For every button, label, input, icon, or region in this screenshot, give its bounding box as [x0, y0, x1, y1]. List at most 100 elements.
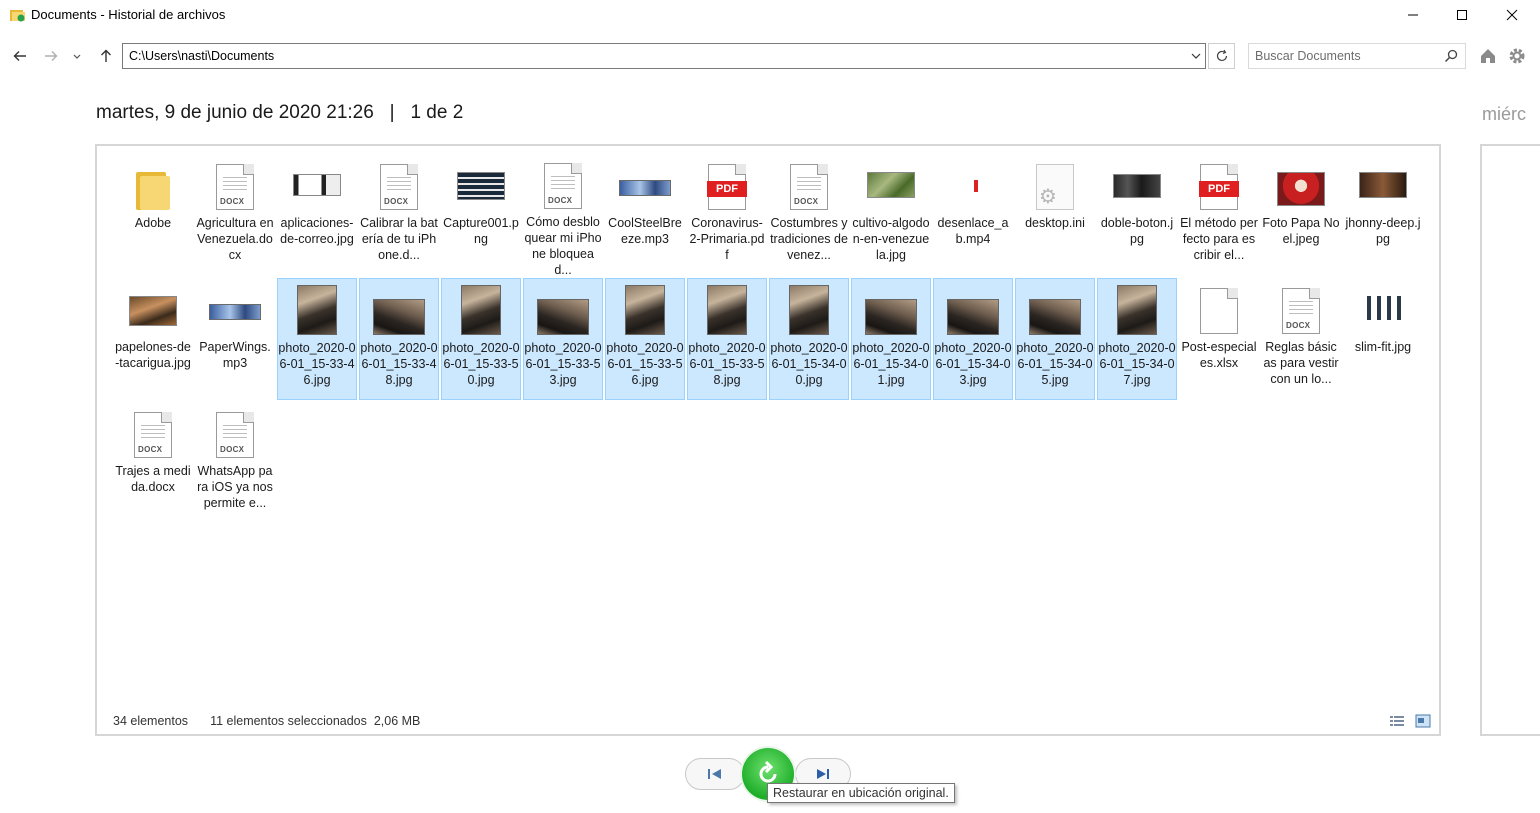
file-item[interactable]: DOCX Agricultura en Venezuela.docx — [195, 154, 275, 276]
file-name: photo_2020-06-01_15-34-05.jpg — [1016, 341, 1094, 387]
docx-icon: DOCX — [207, 158, 263, 210]
file-item[interactable]: photo_2020-06-01_15-34-01.jpg — [851, 278, 931, 400]
refresh-icon — [1216, 49, 1227, 62]
gear-icon[interactable] — [1507, 46, 1527, 66]
file-name: photo_2020-06-01_15-34-01.jpg — [852, 341, 930, 387]
file-item[interactable]: photo_2020-06-01_15-34-00.jpg — [769, 278, 849, 400]
file-item[interactable]: photo_2020-06-01_15-34-03.jpg — [933, 278, 1013, 400]
back-button[interactable] — [9, 45, 31, 67]
address-bar[interactable]: C:\Users\nasti\Documents — [122, 43, 1206, 69]
file-name: photo_2020-06-01_15-34-03.jpg — [934, 341, 1012, 387]
file-item[interactable]: photo_2020-06-01_15-33-53.jpg — [523, 278, 603, 400]
image-icon — [1355, 282, 1411, 334]
forward-button[interactable] — [40, 45, 62, 67]
file-item[interactable]: photo_2020-06-01_15-34-05.jpg — [1015, 278, 1095, 400]
image-icon — [1273, 158, 1329, 210]
arrow-up-icon — [101, 49, 111, 62]
title-bar: Documents - Historial de archivos — [0, 0, 1540, 30]
close-button[interactable] — [1488, 0, 1536, 30]
file-item[interactable]: DOCX Reglas básicas para vestir con un lo… — [1261, 278, 1341, 400]
search-input[interactable]: Buscar Documents — [1248, 43, 1466, 69]
file-name: CoolSteelBreeze.mp3 — [608, 216, 682, 246]
window-title: Documents - Historial de archivos — [31, 7, 226, 22]
docx-icon: DOCX — [371, 158, 427, 210]
file-item[interactable]: DOCX Cómo desbloquear mi iPhone bloquead.… — [523, 154, 603, 276]
file-item[interactable]: papelones-de-tacarigua.jpg — [113, 278, 193, 400]
file-item[interactable]: DOCX Costumbres y tradiciones de venez... — [769, 154, 849, 276]
file-item[interactable]: photo_2020-06-01_15-33-48.jpg — [359, 278, 439, 400]
file-item[interactable]: photo_2020-06-01_15-33-56.jpg — [605, 278, 685, 400]
file-item[interactable]: cultivo-algodon-en-venezuela.jpg — [851, 154, 931, 276]
minimize-button[interactable] — [1389, 0, 1437, 30]
close-icon — [1506, 9, 1518, 21]
page-indicator: 1 de 2 — [410, 102, 464, 123]
up-button[interactable] — [95, 45, 117, 67]
file-item[interactable]: Foto Papa Noel.jpeg — [1261, 154, 1341, 276]
file-item[interactable]: desktop.ini — [1015, 154, 1095, 276]
file-name: Capture001.png — [443, 216, 519, 246]
file-item[interactable]: doble-boton.jpg — [1097, 154, 1177, 276]
previous-version-button[interactable] — [685, 758, 745, 790]
file-item[interactable]: photo_2020-06-01_15-34-07.jpg — [1097, 278, 1177, 400]
search-icon[interactable] — [1444, 49, 1458, 63]
image-icon — [863, 158, 919, 210]
file-list-panel[interactable]: Adobe DOCX Agricultura en Venezuela.docx ap… — [95, 144, 1441, 736]
file-item[interactable]: Capture001.png — [441, 154, 521, 276]
snapshot-date: martes, 9 de junio de 2020 21:26 — [96, 102, 374, 123]
file-item[interactable]: photo_2020-06-01_15-33-58.jpg — [687, 278, 767, 400]
next-snapshot-date[interactable]: miérc — [1482, 104, 1526, 125]
file-item[interactable]: DOCX WhatsApp para iOS ya nos permite e..… — [195, 402, 275, 524]
chevron-down-icon[interactable] — [1189, 49, 1203, 63]
file-item[interactable]: PDF Coronavirus-2-Primaria.pdf — [687, 154, 767, 276]
file-name: Costumbres y tradiciones de venez... — [770, 216, 848, 262]
file-item[interactable]: desenlace_ab.mp4 — [933, 154, 1013, 276]
audio-icon — [207, 282, 263, 334]
next-snapshot-panel[interactable] — [1480, 144, 1540, 736]
folder-icon — [125, 158, 181, 210]
image-icon — [1109, 158, 1165, 210]
image-icon — [535, 283, 591, 335]
image-icon — [453, 283, 509, 335]
file-name: Foto Papa Noel.jpeg — [1262, 216, 1340, 246]
file-item[interactable]: slim-fit.jpg — [1343, 278, 1423, 400]
file-item[interactable]: CoolSteelBreeze.mp3 — [605, 154, 685, 276]
file-name: Trajes a medida.docx — [115, 464, 191, 494]
pdf-icon: PDF — [699, 158, 755, 210]
file-item[interactable]: photo_2020-06-01_15-33-50.jpg — [441, 278, 521, 400]
file-item[interactable]: DOCX Calibrar la batería de tu iPhone.d..… — [359, 154, 439, 276]
image-icon — [863, 283, 919, 335]
snapshot-date-header: martes, 9 de junio de 2020 21:26 | 1 de … — [96, 102, 463, 124]
file-name: photo_2020-06-01_15-33-46.jpg — [278, 341, 356, 387]
file-item[interactable]: Adobe — [113, 154, 193, 276]
file-name: El método perfecto para escribir el... — [1180, 216, 1258, 262]
image-icon — [617, 283, 673, 335]
image-icon — [1355, 158, 1411, 210]
restore-tooltip: Restaurar en ubicación original. — [767, 783, 955, 803]
audio-icon — [617, 158, 673, 210]
image-icon — [781, 283, 837, 335]
file-name: Adobe — [134, 216, 172, 230]
file-name: photo_2020-06-01_15-33-48.jpg — [360, 341, 438, 387]
item-count: 34 elementos — [113, 714, 189, 728]
details-view-icon[interactable] — [1389, 714, 1405, 728]
image-icon — [125, 282, 181, 334]
file-item[interactable]: aplicaciones-de-correo.jpg — [277, 154, 357, 276]
file-item[interactable]: Post-especiales.xlsx — [1179, 278, 1259, 400]
file-item[interactable]: photo_2020-06-01_15-33-46.jpg — [277, 278, 357, 400]
maximize-button[interactable] — [1438, 0, 1486, 30]
refresh-button[interactable] — [1208, 43, 1235, 69]
file-item[interactable]: DOCX Trajes a medida.docx — [113, 402, 193, 524]
home-icon[interactable] — [1478, 46, 1498, 66]
file-name: cultivo-algodon-en-venezuela.jpg — [852, 216, 930, 262]
blank-file-icon — [1191, 282, 1247, 334]
docx-icon: DOCX — [207, 406, 263, 458]
arrow-left-icon — [13, 51, 26, 61]
navigation-bar: C:\Users\nasti\Documents Buscar Document… — [0, 40, 1540, 72]
file-item[interactable]: PDF El método perfecto para escribir el..… — [1179, 154, 1259, 276]
file-item[interactable]: PaperWings.mp3 — [195, 278, 275, 400]
file-item[interactable]: jhonny-deep.jpg — [1343, 154, 1423, 276]
large-icons-view-icon[interactable] — [1415, 714, 1431, 728]
arrow-right-icon — [45, 51, 58, 61]
file-name: Calibrar la batería de tu iPhone.d... — [360, 216, 438, 262]
recent-locations-button[interactable] — [66, 45, 88, 67]
